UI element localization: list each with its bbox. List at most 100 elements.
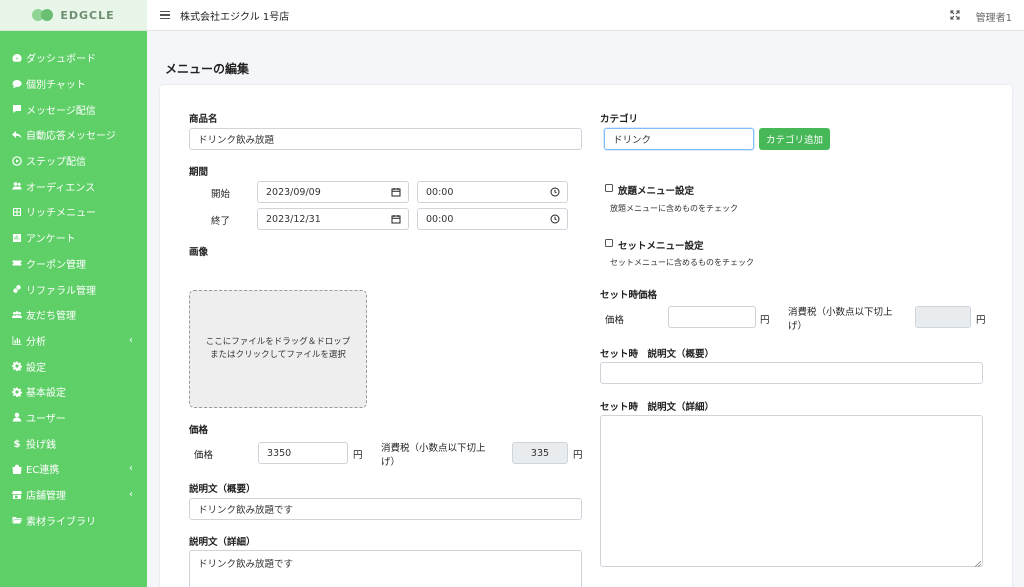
svg-text:$: $ — [14, 439, 21, 448]
start-date-input[interactable]: 2023/09/09 — [257, 181, 409, 203]
sidebar-item[interactable]: クーポン管理 — [0, 251, 147, 277]
start-time-value: 00:00 — [426, 186, 454, 198]
set-price-input[interactable] — [668, 306, 756, 328]
sidebar-item[interactable]: リッチメニュー — [0, 199, 147, 225]
sidebar-item[interactable]: リファラル管理 — [0, 276, 147, 302]
image-dropzone[interactable]: ここにファイルをドラッグ＆ドロップ またはクリックしてファイルを選択 — [189, 290, 367, 408]
desc-detail-textarea[interactable]: ドリンク飲み放題です — [189, 550, 582, 587]
sidebar-item[interactable]: EC連携 ‹ — [0, 456, 147, 482]
set-menu-checkbox[interactable] — [605, 239, 613, 247]
tax-label-line2: げ） — [381, 457, 401, 468]
user-menu[interactable]: 管理者1 — [976, 9, 1012, 24]
sidebar-item-label: アンケート — [26, 234, 76, 246]
all-you-can-help: 放題メニューに含めものをチェック — [610, 204, 738, 213]
sidebar-item[interactable]: 素材ライブラリ — [0, 507, 147, 533]
store-name: 株式会社エジクル 1号店 — [180, 11, 290, 23]
sidebar-item-label: 店舗管理 — [26, 491, 66, 503]
tax-label-line1: 消費税（小数点以下切上 — [381, 443, 486, 454]
end-time-value: 00:00 — [426, 213, 454, 225]
calendar-icon[interactable] — [391, 214, 401, 224]
chart-icon — [12, 335, 22, 346]
start-date-value: 2023/09/09 — [266, 186, 321, 198]
gear-icon — [12, 387, 22, 397]
chevron-left-icon: ‹ — [129, 488, 133, 500]
dropzone-line1: ここにファイルをドラッグ＆ドロップ — [205, 337, 351, 347]
end-date-input[interactable]: 2023/12/31 — [257, 208, 409, 230]
price-input[interactable]: 3350 — [258, 442, 348, 464]
play-circle-icon — [12, 155, 22, 166]
bag-icon — [12, 464, 22, 474]
sidebar-item[interactable]: ダッシュボード — [0, 45, 147, 71]
topbar: 株式会社エジクル 1号店 管理者1 — [147, 0, 1024, 31]
start-time-input[interactable]: 00:00 — [417, 181, 568, 203]
sidebar-item[interactable]: 分析 ‹ — [0, 328, 147, 354]
end-label: 終了 — [211, 216, 231, 227]
sidebar-item-label: 友だち管理 — [26, 311, 76, 323]
users-icon — [12, 181, 22, 191]
sidebar-item[interactable]: 友だち管理 — [0, 302, 147, 328]
sidebar-item[interactable]: 店舗管理 ‹ — [0, 482, 147, 508]
sidebar-item-label: 個別チャット — [26, 80, 86, 92]
all-you-can-checkbox[interactable] — [605, 184, 613, 192]
logo-icon — [32, 8, 56, 22]
period-label: 期間 — [189, 167, 209, 178]
set-menu-help: セットメニューに含めるものをチェック — [610, 258, 754, 267]
sidebar-item[interactable]: 基本設定 — [0, 379, 147, 405]
set-tax-label-line2: げ） — [788, 321, 808, 332]
user-icon — [12, 412, 22, 422]
sidebar-item[interactable]: ユーザー — [0, 405, 147, 431]
hamburger-menu-icon[interactable] — [160, 11, 170, 19]
end-date-value: 2023/12/31 — [266, 213, 321, 225]
price-section-label: 価格 — [189, 425, 209, 436]
brand[interactable]: EDGCLE — [0, 0, 147, 31]
sidebar-nav: ダッシュボード個別チャットメッセージ配信 自動応答メッセージ ステップ配信 オーディエ… — [0, 31, 147, 533]
all-you-can-label: 放題メニュー設定 — [618, 186, 695, 197]
sidebar-item[interactable]: アンケート — [0, 225, 147, 251]
sidebar-item-label: 素材ライブラリ — [26, 516, 96, 528]
image-label: 画像 — [189, 247, 209, 258]
chevron-left-icon: ‹ — [129, 463, 133, 474]
desc-summary-label: 説明文（概要） — [189, 484, 256, 495]
dropzone-line2: またはクリックしてファイルを選択 — [210, 350, 346, 360]
grid-icon — [12, 207, 22, 217]
ticket-icon — [12, 258, 22, 268]
sidebar-item[interactable]: メッセージ配信 — [0, 96, 147, 122]
desc-detail-label: 説明文（詳細） — [189, 537, 256, 548]
sidebar-item[interactable]: オーディエンス — [0, 173, 147, 199]
dashboard-icon — [12, 53, 22, 63]
set-desc-summary-input[interactable] — [600, 362, 983, 384]
sidebar-item-label: 基本設定 — [26, 388, 66, 400]
sidebar-item-label: EC連携 — [26, 465, 60, 477]
friends-icon — [12, 310, 22, 320]
resize-handle-icon[interactable] — [974, 559, 982, 568]
store-icon — [12, 490, 22, 500]
set-tax-output — [915, 306, 971, 328]
desc-summary-input[interactable]: ドリンク飲み放題です — [189, 498, 582, 520]
set-desc-detail-textarea[interactable] — [600, 415, 983, 567]
price-label: 価格 — [194, 450, 214, 461]
fullscreen-icon[interactable] — [950, 10, 960, 20]
clock-icon[interactable] — [550, 187, 560, 197]
start-label: 開始 — [211, 189, 231, 200]
folder-icon — [12, 515, 22, 525]
sidebar-item-label: ユーザー — [26, 413, 66, 425]
product-name-input[interactable]: ドリンク飲み放題 — [189, 128, 582, 150]
sidebar-item[interactable]: 設定 — [0, 353, 147, 379]
gear-icon — [12, 361, 22, 372]
set-price-section-label: セット時価格 — [600, 290, 658, 301]
sidebar: EDGCLE ダッシュボード個別チャットメッセージ配信 自動応答メッセージ ステップ… — [0, 0, 147, 587]
sidebar-item[interactable]: $ 投げ銭 — [0, 430, 147, 456]
calendar-icon[interactable] — [391, 187, 401, 197]
set-tax-label-line1: 消費税（小数点以下切上 — [788, 307, 893, 318]
sidebar-item[interactable]: 自動応答メッセージ — [0, 122, 147, 148]
set-tax-yen: 円 — [976, 315, 986, 326]
clock-icon[interactable] — [550, 214, 560, 224]
add-category-button[interactable]: カテゴリ追加 — [759, 128, 830, 150]
reply-icon — [12, 130, 22, 140]
category-input[interactable]: ドリンク — [604, 128, 754, 150]
set-desc-summary-label: セット時 説明文（概要） — [600, 349, 715, 360]
end-time-input[interactable]: 00:00 — [417, 208, 568, 230]
sidebar-item[interactable]: 個別チャット — [0, 71, 147, 97]
sidebar-item[interactable]: ステップ配信 — [0, 148, 147, 174]
dollar-icon: $ — [12, 438, 22, 448]
